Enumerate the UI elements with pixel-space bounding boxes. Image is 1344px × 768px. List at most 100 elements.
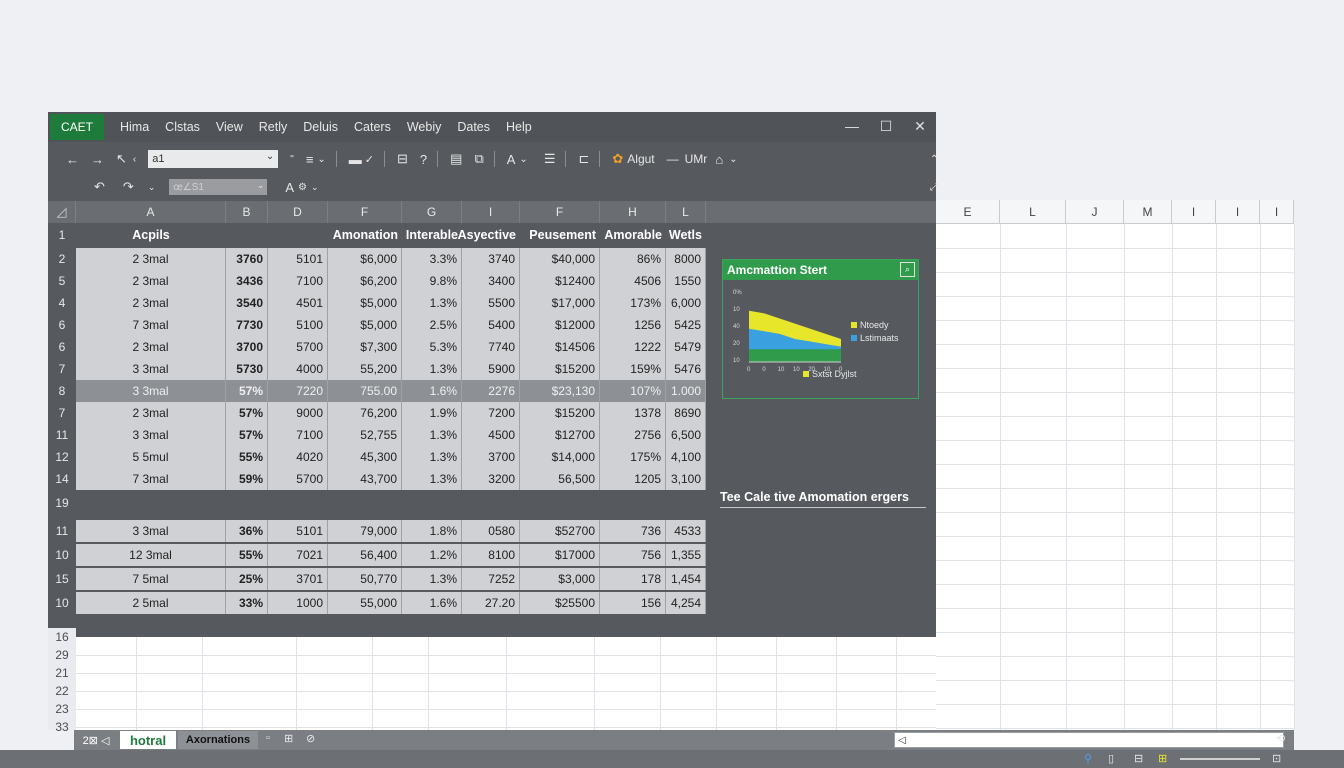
table-cell[interactable]: 4,254 — [666, 592, 706, 614]
row-number[interactable]: 6 — [48, 313, 76, 337]
table-cell[interactable]: $12700 — [520, 424, 600, 446]
table-cell[interactable]: $52700 — [520, 520, 600, 542]
table-cell[interactable]: 3200 — [462, 468, 520, 490]
accessibility-icon[interactable]: ⚲ — [1084, 752, 1092, 765]
expand-icon[interactable]: ⤢ — [930, 182, 938, 193]
table-cell[interactable]: 7100 — [268, 270, 328, 292]
table-cell[interactable]: 4,100 — [666, 446, 706, 468]
table-cell[interactable]: 57% — [226, 424, 268, 446]
column-header[interactable]: D — [268, 201, 328, 223]
table-cell[interactable]: $15200 — [520, 402, 600, 424]
account-label[interactable]: Algut — [627, 152, 654, 166]
chevron-down-icon[interactable]: ⌄ — [519, 154, 527, 165]
menu-item-help[interactable]: Help — [506, 120, 532, 134]
table-cell[interactable]: 1.2% — [402, 544, 462, 566]
select-all-corner[interactable]: ◿ — [48, 201, 76, 223]
horizontal-scrollbar[interactable] — [894, 732, 1284, 748]
table-cell[interactable]: $6,000 — [328, 248, 402, 270]
tab-nav-buttons[interactable]: 2⊠ ◁ — [76, 731, 116, 749]
maximize-button[interactable]: ☐ — [876, 118, 896, 135]
row-number[interactable]: 23 — [48, 700, 76, 718]
table-row[interactable]: 7 3mal 7730 5100 $5,000 2.5% 5400 $12000 1256 54… — [76, 313, 706, 337]
table-cell[interactable]: 3740 — [462, 248, 520, 270]
column-header[interactable]: I — [1260, 200, 1294, 224]
table-cell[interactable]: 4506 — [600, 270, 666, 292]
layout-view-icon[interactable]: ⊟ — [1134, 752, 1143, 765]
table-cell[interactable]: 3 3mal — [76, 520, 226, 542]
user-label[interactable]: UMr — [685, 152, 708, 166]
table-cell[interactable]: 56,500 — [520, 468, 600, 490]
row-number[interactable]: 4 — [48, 291, 76, 315]
table-cell[interactable]: 3701 — [268, 568, 328, 590]
table-icon[interactable]: ⊟ — [397, 151, 408, 167]
table-cell[interactable]: 45,300 — [328, 446, 402, 468]
help-icon[interactable]: ? — [420, 152, 427, 167]
row-number[interactable]: 7 — [48, 357, 76, 381]
table-row[interactable]: 5 5mul 55% 4020 45,300 1.3% 3700 $14,000 175% 4,… — [76, 445, 706, 469]
table-cell[interactable]: 5400 — [462, 314, 520, 336]
page-view-icon[interactable]: ▯ — [1108, 752, 1114, 765]
column-header[interactable]: H — [600, 201, 666, 223]
column-title[interactable]: Wetls — [666, 223, 706, 247]
table-cell[interactable]: 7220 — [268, 380, 328, 402]
table-cell[interactable]: 2 5mal — [76, 592, 226, 614]
column-header[interactable]: L — [1000, 200, 1066, 224]
column-header[interactable]: L — [666, 201, 706, 223]
table-cell[interactable]: 1.3% — [402, 424, 462, 446]
column-header[interactable]: A — [76, 201, 226, 223]
column-header[interactable]: I — [1172, 200, 1216, 224]
table-row[interactable]: 7 5mal 25% 3701 50,770 1.3% 7252 $3,000 178 1,45… — [76, 567, 706, 591]
column-header[interactable]: F — [520, 201, 600, 223]
table-cell[interactable]: $25500 — [520, 592, 600, 614]
table-cell[interactable]: 1550 — [666, 270, 706, 292]
chevron-down-icon[interactable]: ⌄ — [311, 182, 319, 193]
table-cell[interactable]: 7200 — [462, 402, 520, 424]
table-cell[interactable]: 3540 — [226, 292, 268, 314]
table-cell[interactable]: 2 3mal — [76, 402, 226, 424]
table-cell[interactable]: 3400 — [462, 270, 520, 292]
row-number[interactable]: 21 — [48, 664, 76, 682]
column-title[interactable]: Amorable — [600, 223, 666, 247]
table-cell[interactable]: 1.3% — [402, 468, 462, 490]
column-header[interactable]: F — [328, 201, 402, 223]
table-cell[interactable]: $5,000 — [328, 292, 402, 314]
menu-item-caters[interactable]: Caters — [354, 120, 391, 134]
menu-item-webiy[interactable]: Webiy — [407, 120, 442, 134]
add-sheet-icon[interactable]: ⊞ — [284, 732, 293, 745]
table-cell[interactable]: 7 5mal — [76, 568, 226, 590]
table-cell[interactable]: 55,200 — [328, 358, 402, 380]
table-cell[interactable]: 173% — [600, 292, 666, 314]
normal-view-icon[interactable]: ⊞ — [1158, 752, 1167, 765]
column-title[interactable]: Acpils — [76, 223, 226, 247]
table-cell[interactable]: 7021 — [268, 544, 328, 566]
table-cell[interactable]: 4000 — [268, 358, 328, 380]
undo-icon[interactable]: ↶ — [94, 179, 105, 195]
zoom-in-icon[interactable]: ⊡ — [1272, 752, 1281, 765]
table-cell[interactable]: $5,000 — [328, 314, 402, 336]
table-cell[interactable]: 1.000 — [666, 380, 706, 402]
table-cell[interactable]: 1.3% — [402, 292, 462, 314]
table-cell[interactable]: 7100 — [268, 424, 328, 446]
row-number[interactable]: 1 — [48, 223, 76, 247]
table-row[interactable]: 7 3mal 59% 5700 43,700 1.3% 3200 56,500 1205 3,1… — [76, 467, 706, 491]
table-cell[interactable]: $23,130 — [520, 380, 600, 402]
copy-icon[interactable]: ⧉ — [474, 151, 483, 167]
table-cell[interactable]: $12400 — [520, 270, 600, 292]
table-cell[interactable]: $40,000 — [520, 248, 600, 270]
table-cell[interactable]: 1.3% — [402, 446, 462, 468]
row-number[interactable]: 10 — [48, 591, 76, 615]
row-number[interactable]: 12 — [48, 445, 76, 469]
row-number[interactable]: 10 — [48, 543, 76, 567]
font-color-icon[interactable]: A — [507, 152, 516, 167]
table-cell[interactable]: 36% — [226, 520, 268, 542]
tab-hotral[interactable]: hotral — [120, 731, 176, 749]
table-cell[interactable]: 8000 — [666, 248, 706, 270]
table-row[interactable]: 2 3mal 3540 4501 $5,000 1.3% 5500 $17,000 173% 6… — [76, 291, 706, 315]
table-cell[interactable]: 5700 — [268, 336, 328, 358]
table-cell[interactable]: 178 — [600, 568, 666, 590]
column-header[interactable]: I — [462, 201, 520, 223]
table-cell[interactable]: 5900 — [462, 358, 520, 380]
table-cell[interactable]: $7,300 — [328, 336, 402, 358]
table-cell[interactable]: 7 3mal — [76, 468, 226, 490]
table-row[interactable]: 3 3mal 57% 7220 755.00 1.6% 2276 $23,130 107% 1.… — [76, 379, 706, 403]
